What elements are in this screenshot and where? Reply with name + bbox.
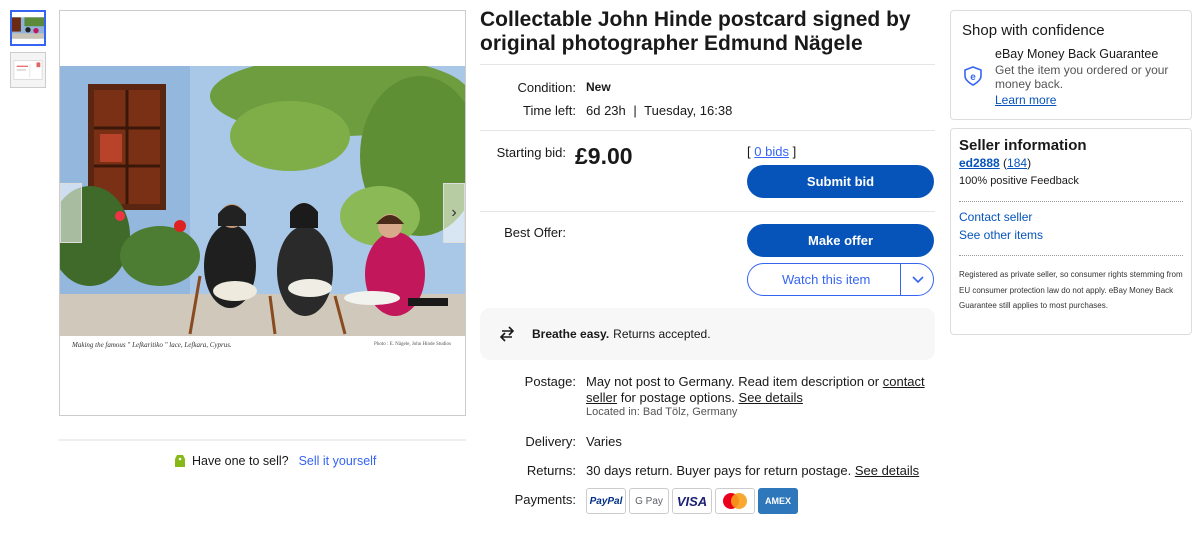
- postage-text-b: for postage options.: [620, 390, 735, 405]
- mbg-description: Get the item you ordered or your money b…: [995, 63, 1169, 91]
- main-photo[interactable]: Making the famous " Lefkaritiko " lace, …: [60, 66, 465, 356]
- end-time: Tuesday, 16:38: [644, 103, 733, 118]
- seller-information-card: Seller information ed2888 (184) 100% pos…: [950, 128, 1192, 335]
- price: £9.00: [575, 143, 633, 169]
- seller-heading: Seller information: [959, 137, 1087, 154]
- bids-bracket-open: [: [747, 144, 751, 159]
- returns-arrows-icon: [499, 326, 515, 342]
- bid-divider: [480, 211, 935, 212]
- watch-item-label: Watch this item: [782, 272, 871, 287]
- returns-banner-text: Returns accepted.: [613, 327, 711, 341]
- payment-methods: PayPal G Pay VISA AMEX: [586, 488, 798, 514]
- starting-bid-label: Starting bid:: [496, 145, 566, 160]
- time-left-label: Time left:: [523, 103, 576, 118]
- paypal-icon: PayPal: [586, 488, 626, 514]
- mastercard-icon: [715, 488, 755, 514]
- gallery-divider: [59, 439, 466, 441]
- visa-icon: VISA: [672, 488, 712, 514]
- svg-text:e: e: [970, 72, 976, 83]
- shop-with-confidence-card: Shop with confidence e eBay Money Back G…: [950, 10, 1192, 120]
- price-tag-icon: [175, 455, 185, 467]
- details-divider: [480, 130, 935, 131]
- private-seller-note: Registered as private seller, so consume…: [959, 270, 1183, 310]
- thumbnail-2-image: [11, 53, 45, 87]
- chevron-down-icon: [912, 275, 924, 283]
- condition-value: New: [586, 80, 611, 94]
- listing-title: Collectable John Hinde postcard signed b…: [480, 8, 911, 55]
- google-pay-icon: G Pay: [629, 488, 669, 514]
- returns-banner-bold: Breathe easy.: [532, 327, 610, 341]
- item-location: Located in: Bad Tölz, Germany: [586, 406, 738, 418]
- gallery-next-button[interactable]: ›: [443, 183, 465, 243]
- chevron-right-icon: ›: [451, 204, 457, 221]
- thumbnail-strip: [10, 10, 46, 94]
- title-divider: [480, 64, 935, 65]
- postage-see-details-link[interactable]: See details: [739, 390, 803, 405]
- mastercard-logo: [723, 493, 747, 509]
- see-other-items-link[interactable]: See other items: [959, 228, 1043, 242]
- payments-label: Payments:: [514, 492, 576, 507]
- bids-link[interactable]: 0 bids: [754, 144, 789, 159]
- time-separator: |: [633, 103, 637, 118]
- returns-value: 30 days return. Buyer pays for return po…: [586, 463, 919, 478]
- watch-button-divider: [900, 264, 901, 295]
- photo-caption: Making the famous " Lefkaritiko " lace, …: [72, 341, 232, 349]
- postage-text: May not post to Germany. Read item descr…: [586, 374, 926, 406]
- gallery-prev-button[interactable]: [60, 183, 82, 243]
- feedback-count-link[interactable]: 184: [1007, 156, 1027, 170]
- time-left-value: 6d 23h | Tuesday, 16:38: [586, 103, 732, 118]
- positive-feedback: 100% positive Feedback: [959, 175, 1079, 187]
- postcard-photo: [60, 66, 465, 356]
- returns-label: Returns:: [526, 463, 576, 478]
- mbg-title: eBay Money Back Guarantee: [995, 47, 1159, 61]
- contact-seller-link[interactable]: Contact seller: [959, 210, 1032, 224]
- thumbnail-1-image: [12, 12, 44, 44]
- seller-divider-1: [959, 201, 1183, 202]
- submit-bid-button[interactable]: Submit bid: [747, 165, 934, 198]
- sell-question: Have one to sell?: [192, 454, 289, 468]
- learn-more-link[interactable]: Learn more: [995, 93, 1056, 107]
- returns-banner: Breathe easy. Returns accepted.: [480, 308, 935, 360]
- time-remaining: 6d 23h: [586, 103, 626, 118]
- condition-label: Condition:: [517, 80, 576, 95]
- returns-see-details-link[interactable]: See details: [855, 463, 919, 478]
- postage-label: Postage:: [524, 374, 576, 389]
- photo-credit: Photo : E. Nägele, John Hinde Studios: [374, 342, 451, 347]
- bids-bracket-close: ]: [792, 144, 797, 159]
- thumbnail-2[interactable]: [10, 52, 46, 88]
- make-offer-button[interactable]: Make offer: [747, 224, 934, 257]
- watch-options-button[interactable]: [903, 264, 933, 295]
- delivery-value: Varies: [586, 434, 622, 449]
- returns-text: 30 days return. Buyer pays for return po…: [586, 463, 852, 478]
- postage-text-a: May not post to Germany. Read item descr…: [586, 374, 880, 389]
- shield-icon: e: [964, 66, 982, 86]
- image-gallery: Making the famous " Lefkaritiko " lace, …: [59, 10, 466, 416]
- thumbnail-1[interactable]: [10, 10, 46, 46]
- seller-divider-2: [959, 255, 1183, 256]
- seller-name-link[interactable]: ed2888: [959, 156, 1000, 170]
- sell-one-row: Have one to sell? Sell it yourself: [174, 453, 376, 469]
- bid-count: [ 0 bids ]: [747, 144, 796, 159]
- sell-it-yourself-link[interactable]: Sell it yourself: [299, 454, 377, 468]
- feedback-count-close: ): [1027, 156, 1032, 170]
- delivery-label: Delivery:: [525, 434, 576, 449]
- best-offer-label: Best Offer:: [504, 225, 566, 240]
- seller-name-row: ed2888 (184): [959, 156, 1031, 170]
- feedback-count: (184): [1003, 156, 1031, 170]
- confidence-heading: Shop with confidence: [962, 22, 1105, 39]
- amex-icon: AMEX: [758, 488, 798, 514]
